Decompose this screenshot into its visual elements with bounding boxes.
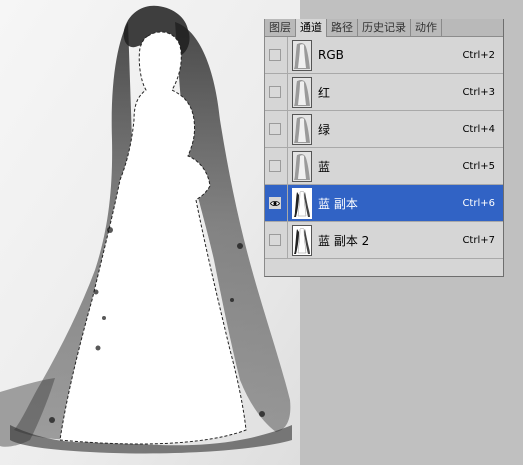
channel-row[interactable]: 蓝 副本 Ctrl+6 — [265, 184, 503, 222]
channel-thumbnail — [292, 113, 312, 145]
channel-thumbnail — [292, 150, 312, 182]
channel-shortcut: Ctrl+5 — [462, 160, 495, 172]
channel-row[interactable]: 红 Ctrl+3 — [265, 73, 503, 111]
channel-shortcut: Ctrl+7 — [462, 234, 495, 246]
visibility-toggle[interactable] — [269, 49, 281, 61]
channel-name: RGB — [318, 48, 344, 62]
channel-row[interactable]: 蓝 副本 2 Ctrl+7 — [265, 221, 503, 259]
channel-name: 蓝 副本 — [318, 196, 358, 211]
channel-name: 蓝 副本 2 — [318, 233, 370, 248]
channel-name: 蓝 — [318, 159, 331, 174]
channel-thumbnail — [292, 224, 312, 256]
panel-tabs: 图层 通道 路径 历史记录 动作 — [265, 19, 503, 37]
row-separator — [287, 221, 288, 259]
row-separator — [287, 184, 288, 222]
tab-2[interactable]: 路径 — [327, 19, 358, 36]
row-separator — [287, 73, 288, 111]
visibility-toggle[interactable] — [269, 234, 281, 246]
channel-row[interactable]: 绿 Ctrl+4 — [265, 110, 503, 148]
channel-shortcut: Ctrl+3 — [462, 86, 495, 98]
channel-name: 红 — [318, 85, 331, 100]
row-separator — [287, 147, 288, 185]
visibility-toggle[interactable] — [269, 86, 281, 98]
channel-row[interactable]: 蓝 Ctrl+5 — [265, 147, 503, 185]
visibility-toggle[interactable] — [269, 160, 281, 172]
channel-thumbnail — [292, 187, 312, 219]
channel-thumbnail — [292, 76, 312, 108]
tab-1[interactable]: 通道 — [296, 19, 327, 37]
tab-0[interactable]: 图层 — [265, 19, 296, 36]
visibility-toggle[interactable] — [269, 123, 281, 135]
tab-3[interactable]: 历史记录 — [358, 19, 411, 36]
visibility-toggle[interactable] — [269, 197, 281, 209]
channel-list: RGB Ctrl+2 红 Ctrl+3 绿 Ctrl+4 蓝 Ctrl+5 蓝 副本 Ctrl+6… — [265, 36, 503, 259]
channel-shortcut: Ctrl+6 — [462, 197, 495, 209]
channel-shortcut: Ctrl+2 — [462, 49, 495, 61]
channel-row[interactable]: RGB Ctrl+2 — [265, 36, 503, 74]
channel-name: 绿 — [318, 122, 331, 137]
channels-panel: 图层 通道 路径 历史记录 动作 RGB Ctrl+2 红 Ctrl+3 绿 Ctrl+4 蓝 Ctr… — [264, 19, 504, 277]
channel-thumbnail — [292, 39, 312, 71]
eye-icon — [270, 200, 280, 207]
tab-4[interactable]: 动作 — [411, 19, 442, 36]
row-separator — [287, 110, 288, 148]
row-separator — [287, 36, 288, 74]
channel-shortcut: Ctrl+4 — [462, 123, 495, 135]
